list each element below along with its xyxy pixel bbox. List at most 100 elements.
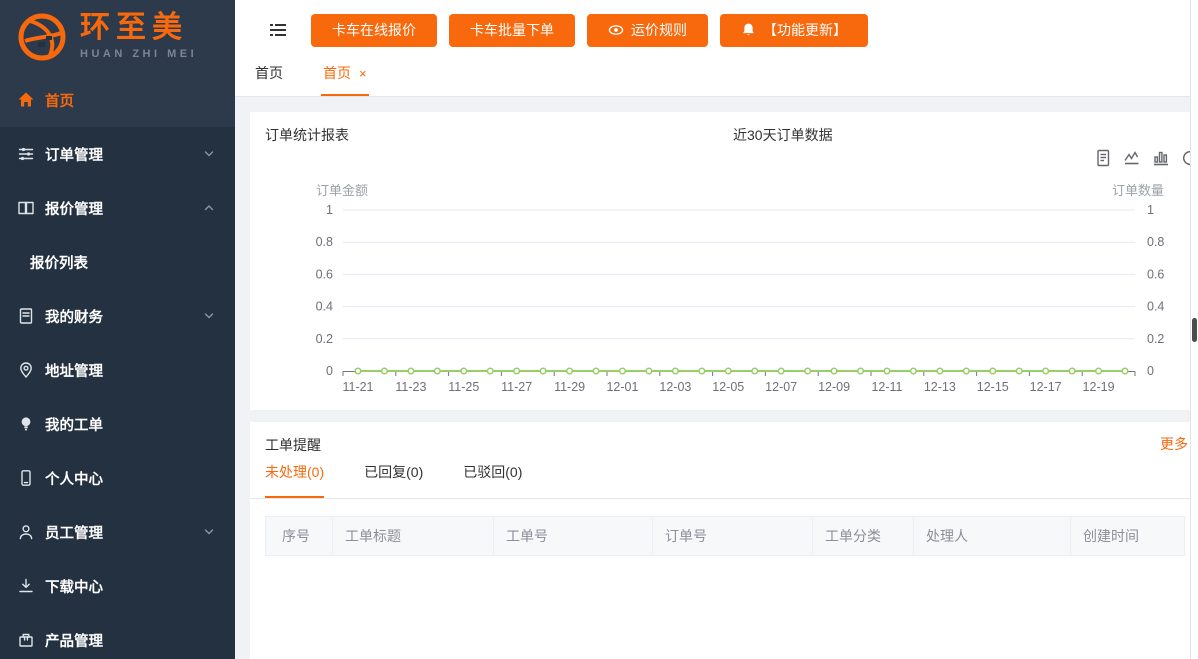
right-axis-name: 订单数量 — [1112, 180, 1164, 199]
svg-text:0.4: 0.4 — [316, 300, 333, 314]
tab-label: 首页 — [255, 63, 283, 83]
logo-title: 环至美 — [80, 13, 197, 43]
sidebar-item-1[interactable]: 订单管理 — [0, 127, 235, 181]
orders-line-chart: 000.20.20.40.40.60.60.80.81111-2111-2311… — [250, 112, 1190, 410]
sidebar-item-9[interactable]: 下载中心 — [0, 559, 235, 613]
left-axis-name: 订单金额 — [316, 180, 368, 199]
workorder-tab-1[interactable]: 已回复(0) — [364, 462, 423, 498]
dataview-icon[interactable] — [1093, 148, 1113, 168]
logo-subtitle: HUAN ZHI MEI — [80, 49, 197, 60]
linechart-icon[interactable] — [1122, 148, 1142, 168]
topbar-button-3[interactable]: 【功能更新】 — [720, 14, 868, 47]
close-icon[interactable]: × — [359, 67, 367, 80]
svg-text:11-29: 11-29 — [554, 380, 585, 394]
refresh-icon[interactable] — [1180, 148, 1190, 168]
svg-text:11-21: 11-21 — [342, 380, 373, 394]
sidebar-item-7[interactable]: 个人中心 — [0, 451, 235, 505]
chevron-down-icon — [203, 310, 215, 322]
hamburger-icon[interactable] — [268, 20, 288, 40]
button-label: 运价规则 — [631, 20, 687, 40]
svg-text:11-27: 11-27 — [501, 380, 532, 394]
column-header-4: 工单分类 — [813, 517, 914, 555]
phone-icon — [17, 469, 35, 487]
column-header-2: 工单号 — [494, 517, 653, 555]
svg-text:12-13: 12-13 — [924, 380, 956, 394]
svg-text:12-07: 12-07 — [765, 380, 797, 394]
topbar-button-2[interactable]: 运价规则 — [587, 14, 708, 47]
workorder-tab-0[interactable]: 未处理(0) — [265, 462, 324, 498]
main-area: 卡车在线报价卡车批量下单运价规则【功能更新】 首页首页× 000.20.20.4… — [235, 0, 1198, 659]
column-header-1: 工单标题 — [333, 517, 494, 555]
box-icon — [17, 631, 35, 649]
svg-text:0.2: 0.2 — [316, 332, 333, 346]
svg-text:0.8: 0.8 — [1147, 235, 1164, 249]
location-icon — [17, 361, 35, 379]
scrollbar[interactable] — [1190, 0, 1198, 659]
eye-icon — [608, 22, 624, 38]
tab-label: 首页 — [323, 63, 351, 83]
barchart-icon[interactable] — [1151, 148, 1171, 168]
bell-icon — [741, 22, 756, 38]
book-icon — [17, 199, 35, 217]
sidebar-item-label: 订单管理 — [45, 144, 103, 165]
logo-globe-icon — [16, 11, 68, 63]
sidebar-item-label: 下载中心 — [45, 576, 103, 597]
sidebar-item-8[interactable]: 员工管理 — [0, 505, 235, 559]
topbar-button-1[interactable]: 卡车批量下单 — [449, 14, 575, 47]
page-tab-0[interactable]: 首页 — [253, 63, 285, 96]
sliders-icon — [17, 145, 35, 163]
chevron-down-icon — [203, 148, 215, 160]
svg-text:12-19: 12-19 — [1083, 380, 1115, 394]
svg-text:12-01: 12-01 — [606, 380, 638, 394]
home-icon — [17, 91, 35, 109]
sidebar-subitem-3[interactable]: 报价列表 — [0, 235, 235, 289]
sidebar-item-label: 我的工单 — [45, 414, 103, 435]
svg-text:12-11: 12-11 — [871, 380, 902, 394]
workorder-tabs: 未处理(0) 已回复(0) 已驳回(0) — [250, 422, 1190, 499]
panel-title: 订单统计报表 — [265, 125, 349, 145]
workorder-tab-2[interactable]: 已驳回(0) — [463, 462, 522, 498]
svg-text:1: 1 — [1147, 203, 1154, 217]
column-header-0: 序号 — [266, 517, 333, 555]
sidebar-item-label: 员工管理 — [45, 522, 103, 543]
svg-text:1: 1 — [326, 203, 333, 217]
sidebar-item-0[interactable]: 首页 — [0, 73, 235, 127]
chart-title: 近30天订单数据 — [733, 125, 833, 145]
tab-bar: 首页 首页 × — [235, 60, 1198, 97]
sidebar-item-2[interactable]: 报价管理 — [0, 181, 235, 235]
sidebar-item-label: 报价管理 — [45, 198, 103, 219]
column-header-3: 订单号 — [653, 517, 813, 555]
svg-text:12-05: 12-05 — [712, 380, 744, 394]
svg-text:0.8: 0.8 — [316, 235, 333, 249]
svg-text:0: 0 — [1147, 364, 1154, 378]
topbar-button-0[interactable]: 卡车在线报价 — [311, 14, 437, 47]
chevron-down-icon — [203, 526, 215, 538]
scrollbar-thumb[interactable] — [1192, 318, 1197, 342]
sidebar-item-10[interactable]: 产品管理 — [0, 613, 235, 659]
page-tab-1[interactable]: 首页 × — [321, 63, 369, 96]
svg-text:11-25: 11-25 — [448, 380, 479, 394]
workorder-panel-title: 工单提醒 — [265, 435, 321, 455]
sidebar-item-4[interactable]: 我的财务 — [0, 289, 235, 343]
button-label: 【功能更新】 — [763, 20, 847, 40]
sidebar-item-label: 个人中心 — [45, 468, 103, 489]
svg-text:12-09: 12-09 — [818, 380, 850, 394]
sidebar-item-label: 产品管理 — [45, 630, 103, 651]
more-link[interactable]: 更多 — [1160, 434, 1188, 454]
chart-toolbox — [1093, 148, 1190, 168]
svg-text:0.4: 0.4 — [1147, 300, 1164, 314]
sidebar: 环至美 HUAN ZHI MEI 首页订单管理报价管理报价列表我的财务地址管理我… — [0, 0, 235, 659]
logo[interactable]: 环至美 HUAN ZHI MEI — [0, 0, 235, 73]
topbar-buttons: 卡车在线报价 卡车批量下单 运价规则 【功能更新】 — [311, 14, 868, 47]
workorder-table-header: 序号工单标题工单号订单号工单分类处理人创建时间 — [265, 516, 1185, 556]
download-icon — [17, 577, 35, 595]
svg-text:0.6: 0.6 — [316, 267, 333, 281]
finance-icon — [17, 307, 35, 325]
sidebar-item-6[interactable]: 我的工单 — [0, 397, 235, 451]
chevron-up-icon — [203, 202, 215, 214]
button-label: 卡车批量下单 — [470, 20, 554, 40]
button-label: 卡车在线报价 — [332, 20, 416, 40]
sidebar-item-label: 我的财务 — [45, 306, 103, 327]
svg-text:0: 0 — [326, 364, 333, 378]
sidebar-item-5[interactable]: 地址管理 — [0, 343, 235, 397]
